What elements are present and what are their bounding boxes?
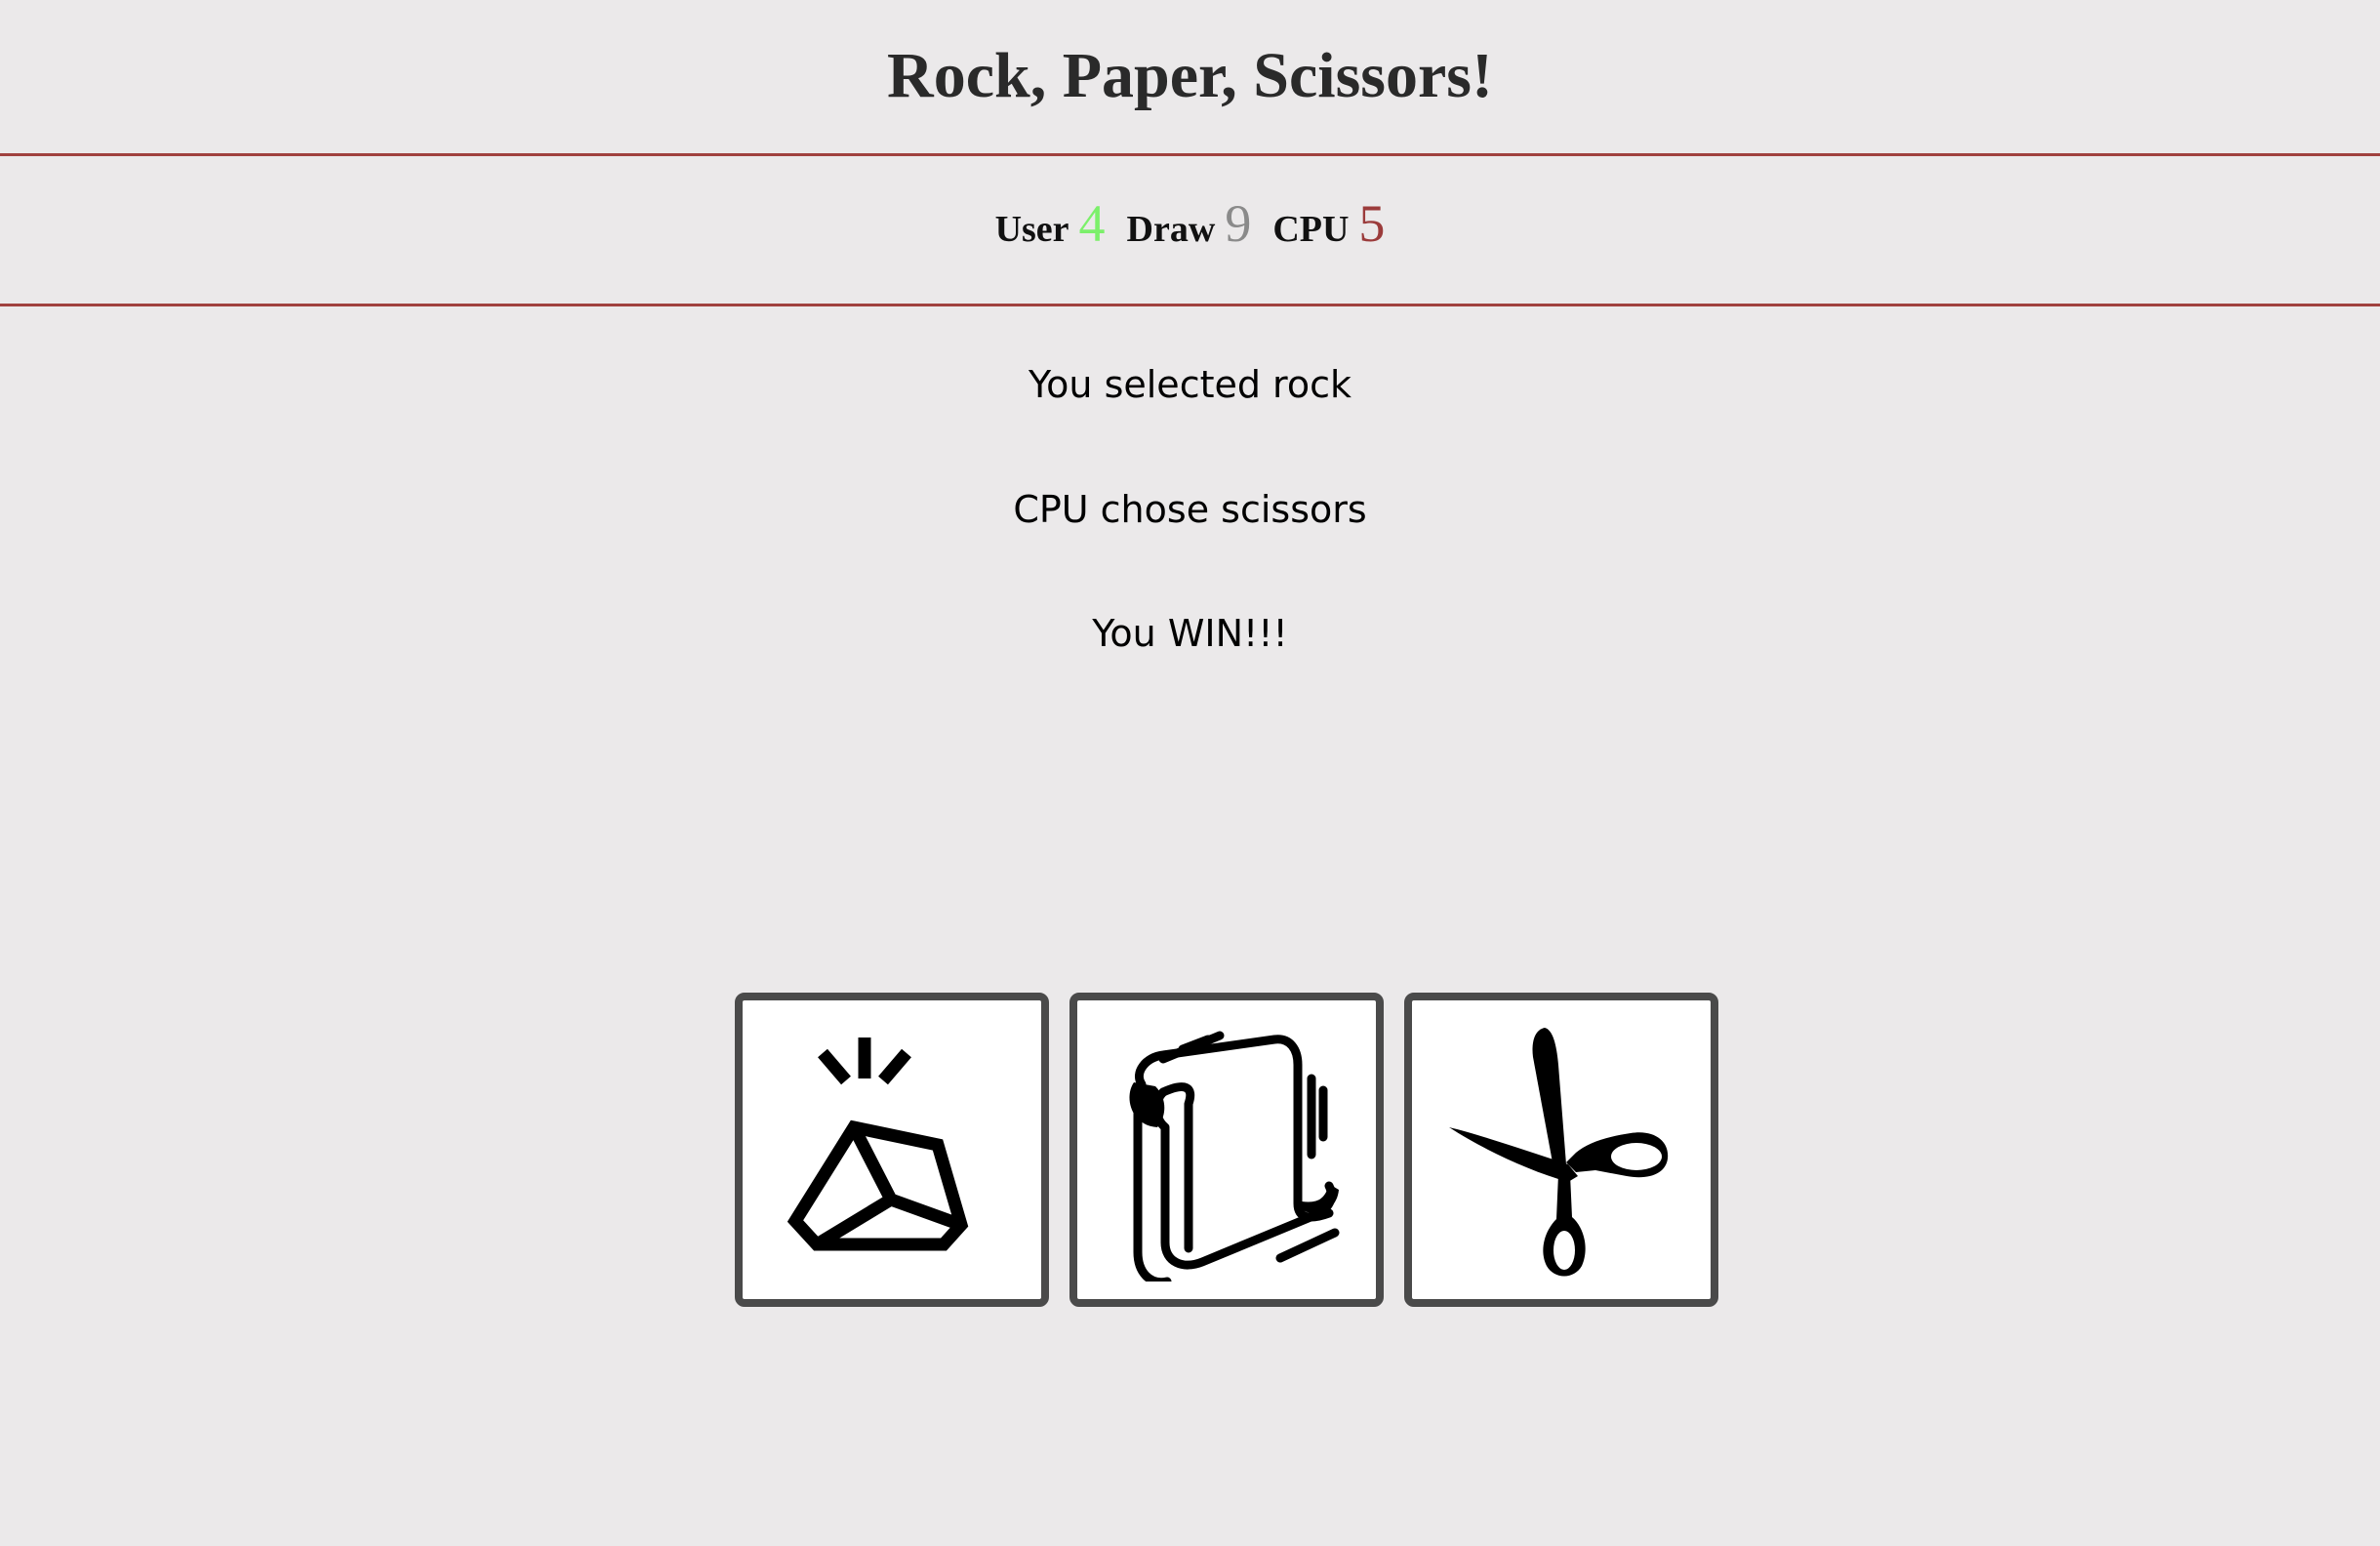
draw-score-label: Draw — [1126, 209, 1216, 250]
user-score-value: 4 — [1078, 194, 1106, 253]
user-selection-text: You selected rock — [1029, 363, 1351, 406]
scissors-icon — [1449, 1028, 1669, 1277]
bottom-divider — [0, 304, 2380, 306]
choice-buttons — [735, 993, 1718, 1307]
user-score-label: User — [994, 209, 1069, 250]
outcome-text: You WIN!!! — [1092, 612, 1288, 655]
paper-scroll-icon — [1129, 1031, 1340, 1282]
cpu-score-value: 5 — [1358, 194, 1386, 253]
scissors-button[interactable] — [1404, 993, 1718, 1307]
cpu-score-label: CPU — [1272, 209, 1350, 250]
scoreboard: User 4 Draw 9 CPU 5 — [0, 193, 2380, 271]
rock-icon — [787, 1037, 969, 1251]
top-divider — [0, 153, 2380, 156]
paper-button[interactable] — [1069, 993, 1384, 1307]
draw-score-value: 9 — [1225, 194, 1252, 253]
cpu-selection-text: CPU chose scissors — [1013, 488, 1367, 531]
rock-button[interactable] — [735, 993, 1049, 1307]
page-title: Rock, Paper, Scissors! — [887, 40, 1493, 111]
